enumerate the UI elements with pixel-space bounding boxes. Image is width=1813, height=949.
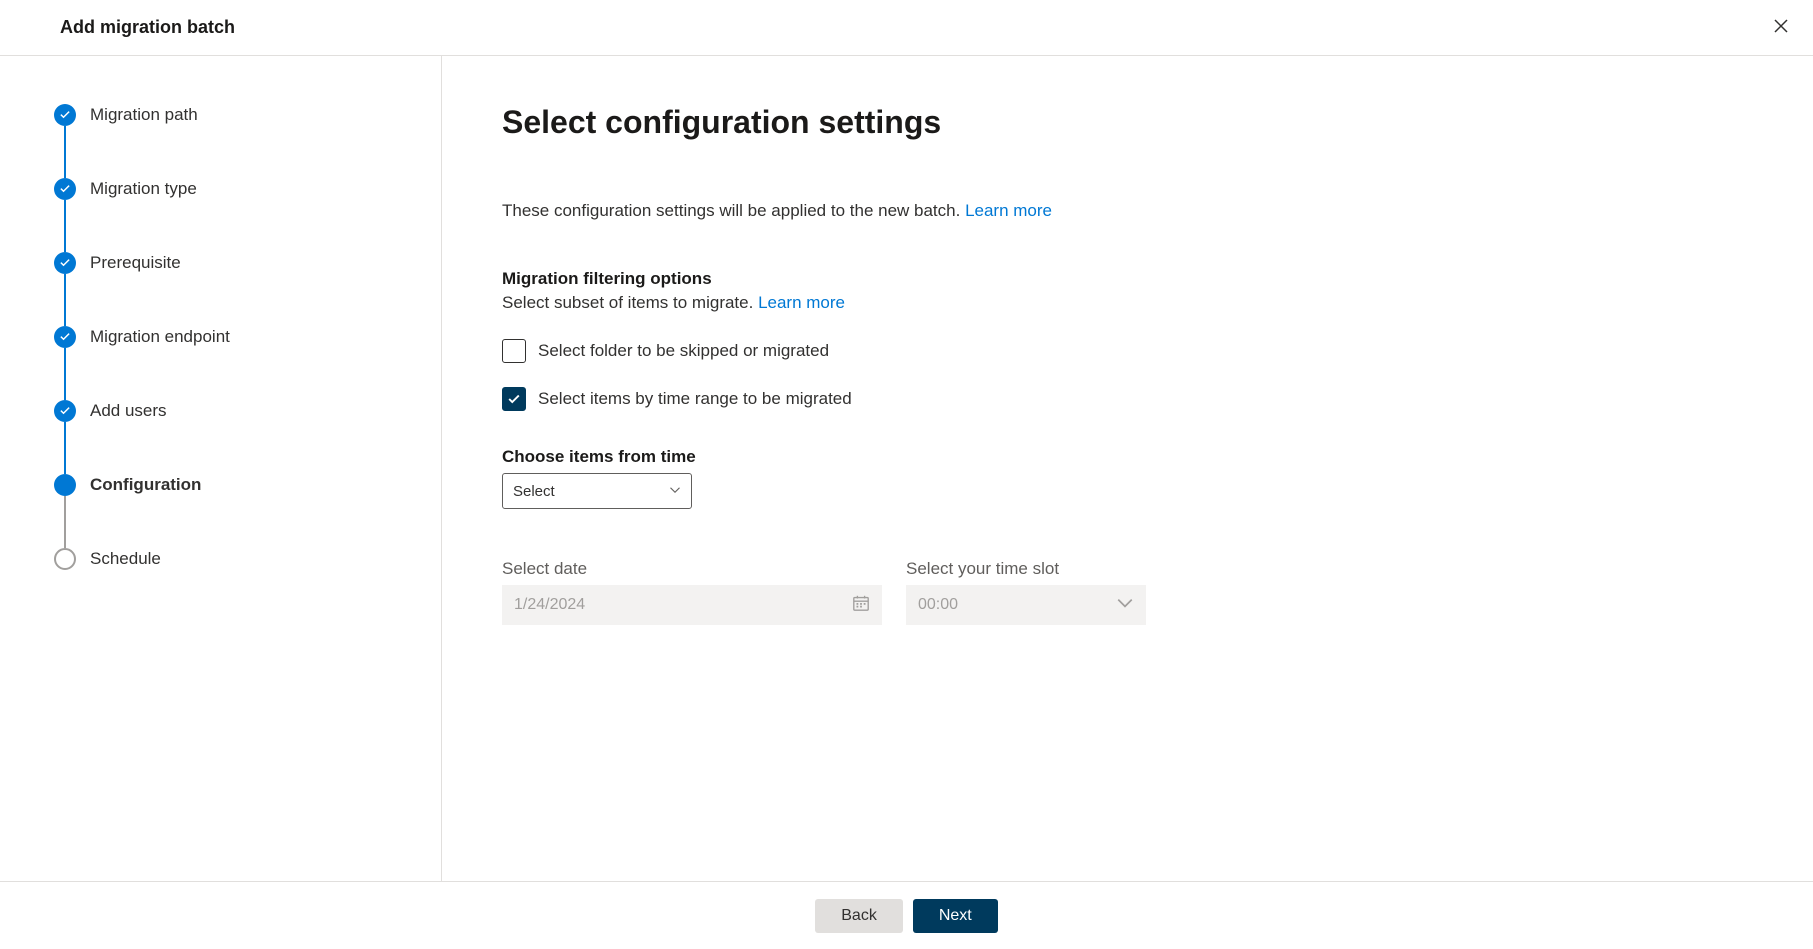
close-icon[interactable] [1769, 14, 1793, 41]
step-schedule[interactable]: Schedule [54, 548, 401, 570]
step-label: Migration path [90, 105, 198, 125]
checkbox-icon[interactable] [502, 339, 526, 363]
pending-step-icon [54, 548, 76, 570]
calendar-icon [852, 594, 870, 617]
step-list: Migration path Migration type Prerequisi… [54, 104, 401, 570]
intro-text: These configuration settings will be app… [502, 201, 1753, 221]
step-label: Migration endpoint [90, 327, 230, 347]
learn-more-link[interactable]: Learn more [965, 201, 1052, 220]
time-value: 00:00 [918, 596, 958, 614]
checkbox-select-folder[interactable]: Select folder to be skipped or migrated [502, 339, 1753, 363]
select-value: Select [513, 483, 555, 500]
filtering-heading: Migration filtering options [502, 269, 1753, 289]
wizard-sidebar: Migration path Migration type Prerequisi… [0, 56, 442, 885]
step-add-users[interactable]: Add users [54, 400, 401, 474]
date-label: Select date [502, 559, 882, 579]
date-input: 1/24/2024 [502, 585, 882, 625]
date-value: 1/24/2024 [514, 596, 585, 614]
next-button[interactable]: Next [913, 899, 998, 933]
step-label: Schedule [90, 549, 161, 569]
step-label: Migration type [90, 179, 197, 199]
time-select: 00:00 [906, 585, 1146, 625]
date-time-row: Select date 1/24/2024 Select your time s… [502, 559, 1753, 625]
page-heading: Select configuration settings [502, 104, 1753, 141]
checkbox-label: Select folder to be skipped or migrated [538, 341, 829, 361]
step-label: Add users [90, 401, 167, 421]
check-icon [54, 252, 76, 274]
step-prerequisite[interactable]: Prerequisite [54, 252, 401, 326]
content-wrapper: Migration path Migration type Prerequisi… [0, 56, 1813, 885]
dialog-header: Add migration batch [0, 0, 1813, 56]
step-configuration[interactable]: Configuration [54, 474, 401, 548]
filtering-subtext: Select subset of items to migrate. Learn… [502, 293, 1753, 313]
filtering-learn-more-link[interactable]: Learn more [758, 293, 845, 312]
chevron-down-icon [1116, 594, 1134, 617]
step-label: Prerequisite [90, 253, 181, 273]
time-column: Select your time slot 00:00 [906, 559, 1146, 625]
choose-items-select[interactable]: Select [502, 473, 692, 509]
checkbox-select-time-range[interactable]: Select items by time range to be migrate… [502, 387, 1753, 411]
step-migration-type[interactable]: Migration type [54, 178, 401, 252]
main-panel: Select configuration settings These conf… [442, 56, 1813, 885]
back-button[interactable]: Back [815, 899, 903, 933]
step-migration-endpoint[interactable]: Migration endpoint [54, 326, 401, 400]
check-icon [54, 326, 76, 348]
check-icon [54, 400, 76, 422]
step-migration-path[interactable]: Migration path [54, 104, 401, 178]
check-icon [54, 178, 76, 200]
date-column: Select date 1/24/2024 [502, 559, 882, 625]
filtering-subtext-content: Select subset of items to migrate. [502, 293, 758, 312]
current-step-icon [54, 474, 76, 496]
dialog-footer: Back Next [0, 881, 1813, 949]
intro-text-content: These configuration settings will be app… [502, 201, 965, 220]
checkbox-label: Select items by time range to be migrate… [538, 389, 852, 409]
choose-items-time-block: Choose items from time Select [502, 447, 1753, 509]
checkbox-icon[interactable] [502, 387, 526, 411]
time-label: Select your time slot [906, 559, 1146, 579]
choose-items-label: Choose items from time [502, 447, 1753, 467]
chevron-down-icon [669, 483, 681, 499]
dialog-title: Add migration batch [60, 17, 235, 38]
step-label: Configuration [90, 475, 201, 495]
check-icon [54, 104, 76, 126]
